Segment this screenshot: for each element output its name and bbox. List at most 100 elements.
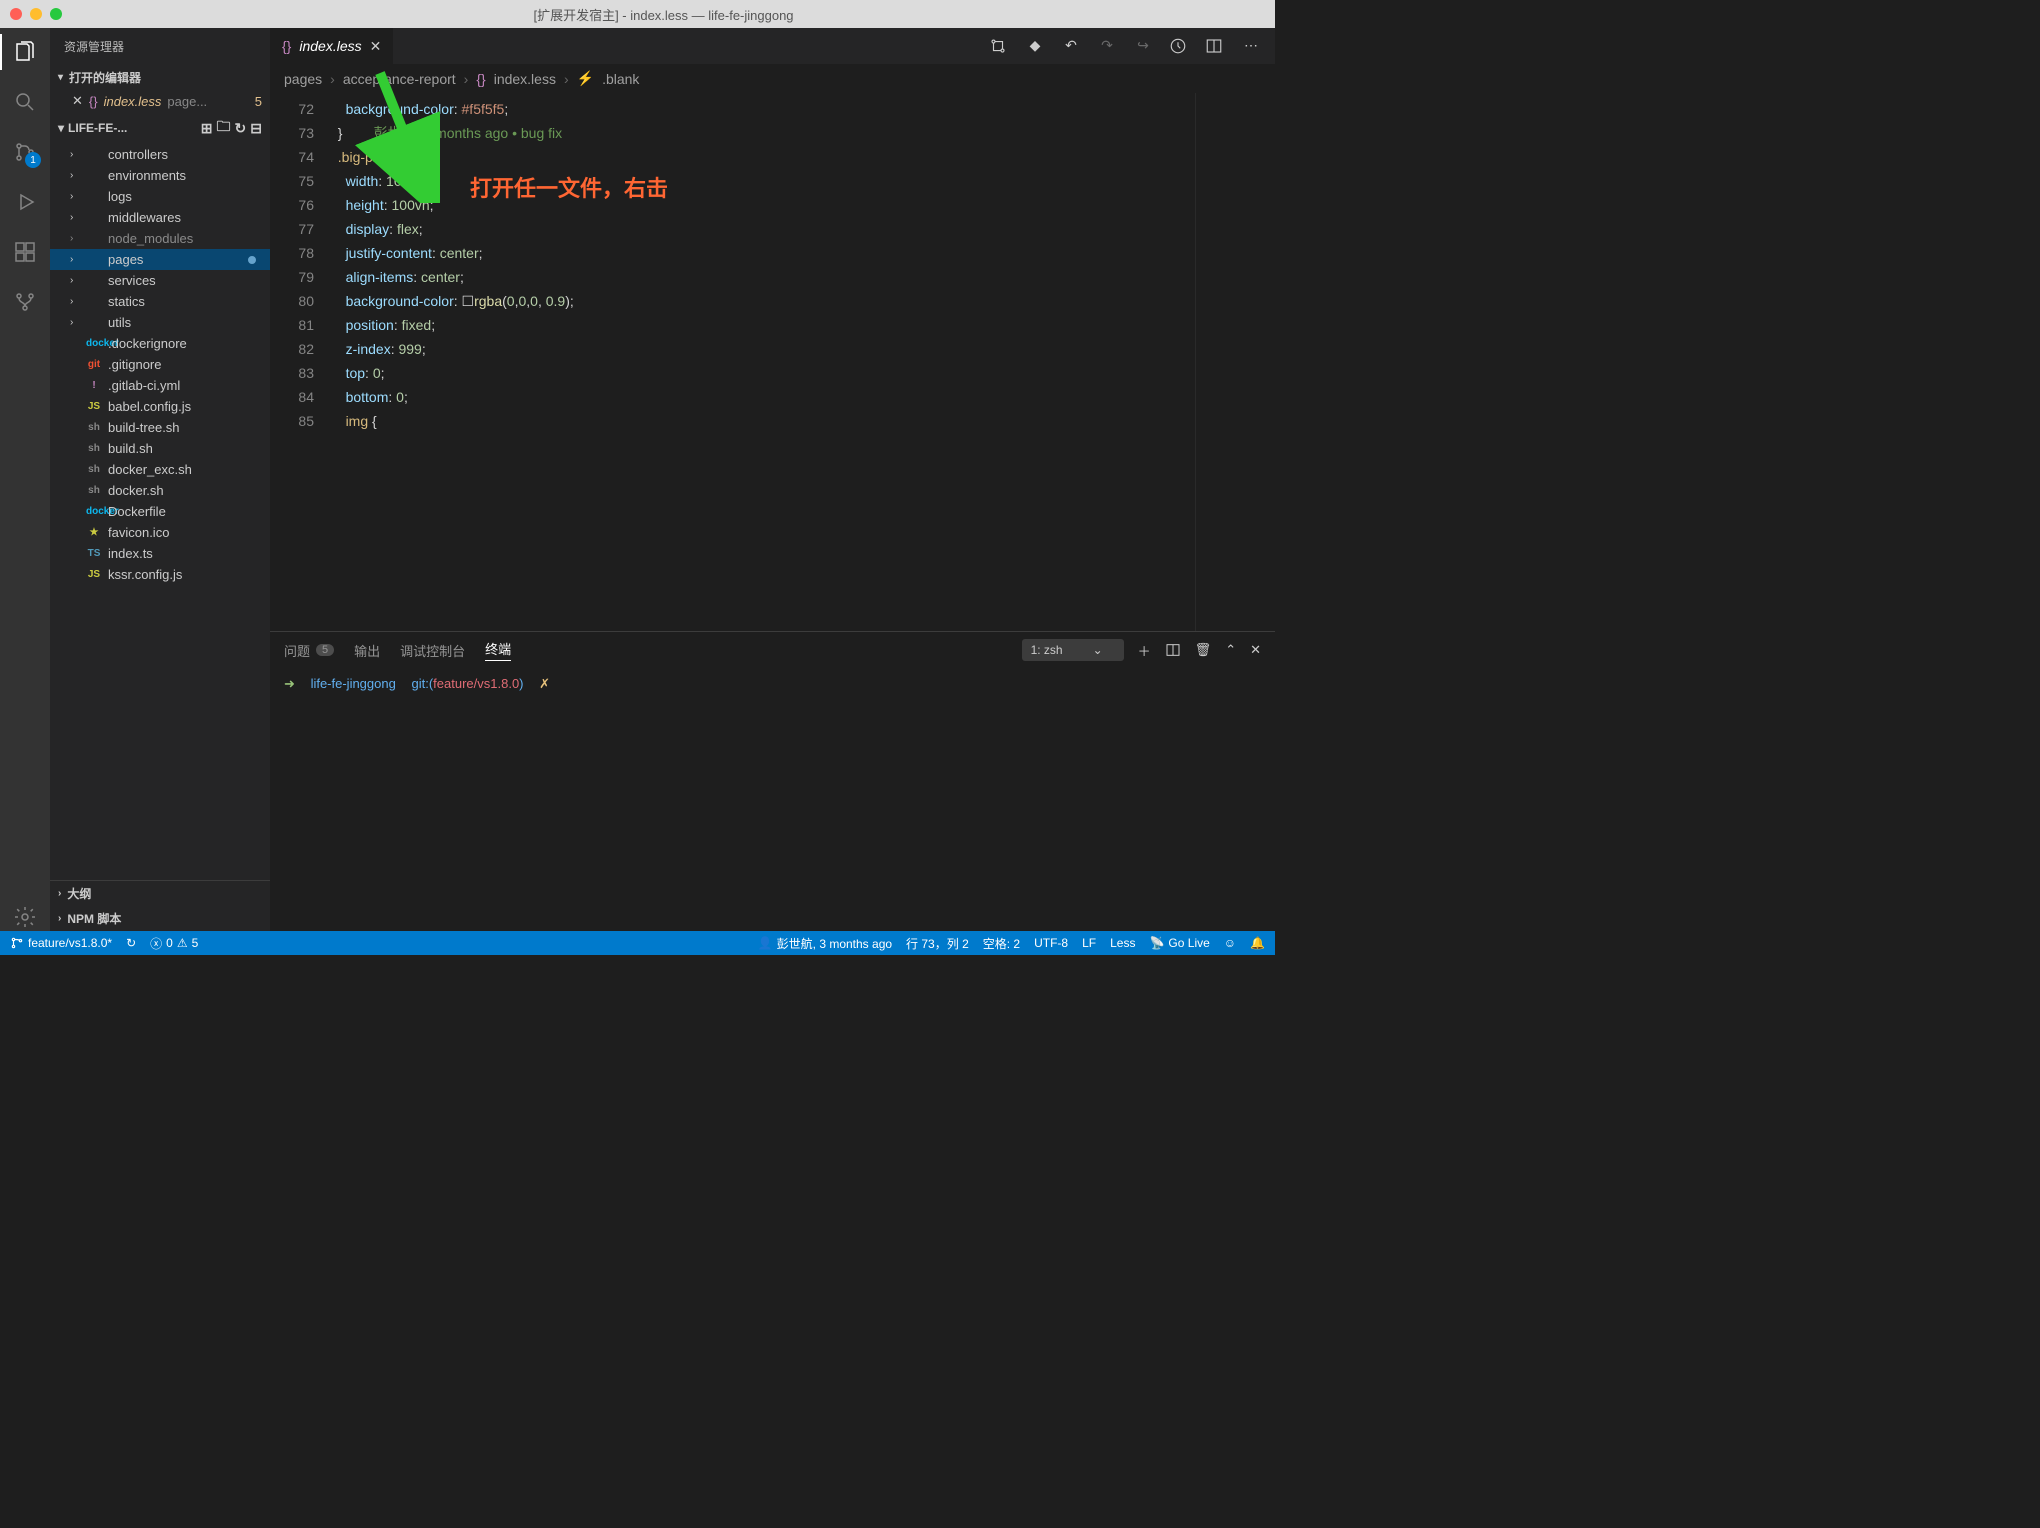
folder-item[interactable]: › controllers [50,144,270,165]
panel-tab-output[interactable]: 输出 [354,641,380,660]
redo-icon[interactable]: ↷ [1097,37,1117,55]
clock-icon[interactable] [1169,37,1189,55]
item-label: kssr.config.js [108,567,182,582]
item-label: pages [108,252,143,267]
file-type-icon: TS [86,548,102,559]
file-item[interactable]: TSindex.ts [50,543,270,564]
code-content[interactable]: background-color: #f5f5f5; } 彭世航, 3 mont… [330,93,1195,631]
collapse-all-icon[interactable]: ⊟ [250,120,262,137]
folder-item[interactable]: ›middlewares [50,207,270,228]
undo-icon[interactable]: ↶ [1061,37,1081,55]
file-item[interactable]: JSbabel.config.js [50,396,270,417]
file-item[interactable]: sh docker_exc.sh [50,459,270,480]
panel-tab-problems[interactable]: 问题5 [284,641,334,660]
folder-item[interactable]: ›node_modules [50,228,270,249]
file-item[interactable]: JSkssr.config.js [50,564,270,585]
forward-icon[interactable]: ↪ [1133,37,1153,55]
status-blame[interactable]: 👤 彭世航, 3 months ago [758,935,892,952]
status-encoding[interactable]: UTF-8 [1034,935,1068,952]
item-label: docker.sh [108,483,164,498]
file-item[interactable]: docker.dockerignore [50,333,270,354]
chevron-right-icon: › [70,149,80,160]
item-label: favicon.ico [108,525,169,540]
search-icon[interactable] [11,88,39,116]
close-window-icon[interactable] [10,8,22,20]
source-control-icon[interactable]: 1 [11,138,39,166]
chevron-right-icon: › [70,212,80,223]
file-item[interactable]: ★favicon.ico [50,522,270,543]
file-item[interactable]: dockerDockerfile [50,501,270,522]
split-terminal-icon[interactable] [1165,642,1181,658]
close-icon[interactable]: ✕ [72,93,83,109]
tab-index-less[interactable]: {} index.less ✕ [270,28,394,64]
folder-item[interactable]: ›environments [50,165,270,186]
kill-terminal-icon[interactable]: 🗑 [1195,642,1212,658]
minimize-window-icon[interactable] [30,8,42,20]
file-type-icon: sh [86,464,102,475]
new-folder-icon[interactable]: 🗀 [217,116,231,140]
status-sync[interactable]: ↻ [126,936,136,950]
status-indentation[interactable]: 空格: 2 [983,935,1020,952]
maximize-window-icon[interactable] [50,8,62,20]
status-cursor-position[interactable]: 行 73，列 2 [906,935,969,952]
item-label: docker_exc.sh [108,462,192,477]
folder-item[interactable]: ›services [50,270,270,291]
terminal-selector[interactable]: 1: zsh⌄ [1022,639,1124,661]
window-titlebar: [扩展开发宿主] - index.less — life-fe-jinggong [0,0,1275,28]
breadcrumb[interactable]: pages› acceptance-report› {}index.less› … [270,64,1275,93]
status-go-live[interactable]: 📡 Go Live [1149,935,1209,952]
chevron-right-icon: › [58,913,61,924]
folder-item[interactable]: ›utils [50,312,270,333]
activity-bar: 1 [0,28,50,931]
close-tab-icon[interactable]: ✕ [370,38,382,55]
open-editor-item[interactable]: ✕ {} index.less page... 5 [50,90,270,112]
extensions-icon[interactable] [11,238,39,266]
file-item[interactable]: git.gitignore [50,354,270,375]
diamond-icon[interactable]: ◆ [1025,37,1045,55]
minimap[interactable] [1195,93,1275,631]
debug-icon[interactable] [11,188,39,216]
git-compare-icon[interactable] [989,37,1009,55]
refresh-icon[interactable]: ↻ [235,120,247,137]
open-editors-header[interactable]: ▾打开的编辑器 [50,65,270,90]
close-panel-icon[interactable]: ✕ [1250,642,1261,658]
status-branch[interactable]: feature/vs1.8.0* [10,936,112,950]
project-header[interactable]: ▾ LIFE-FE-... ⊞ 🗀 ↻ ⊟ [50,112,270,144]
panel-tab-terminal[interactable]: 终端 [485,639,511,661]
folder-item[interactable]: ›pages [50,249,270,270]
item-label: controllers [108,147,168,162]
file-item[interactable]: sh docker.sh [50,480,270,501]
item-label: node_modules [108,231,193,246]
folder-item[interactable]: ›logs [50,186,270,207]
window-title: [扩展开发宿主] - index.less — life-fe-jinggong [62,5,1265,24]
file-item[interactable]: shbuild.sh [50,438,270,459]
folder-item[interactable]: ›statics [50,291,270,312]
less-file-icon: {} [476,71,485,87]
file-item[interactable]: shbuild-tree.sh [50,417,270,438]
npm-scripts-header[interactable]: ›NPM 脚本 [50,906,270,931]
panel-tab-debug[interactable]: 调试控制台 [400,641,465,660]
file-type-icon: sh [86,485,102,496]
terminal[interactable]: ➜ life-fe-jinggong git:(feature/vs1.8.0)… [270,668,1275,931]
status-problems[interactable]: ⓧ 0 ⚠ 5 [150,935,198,952]
file-item[interactable]: !.gitlab-ci.yml [50,375,270,396]
new-terminal-icon[interactable]: ＋ [1138,641,1151,660]
explorer-icon[interactable] [11,38,39,66]
code-editor[interactable]: 7273747576777879808182838485 background-… [270,93,1275,631]
more-icon[interactable]: ⋯ [1241,37,1261,55]
split-editor-icon[interactable] [1205,37,1225,55]
status-feedback-icon[interactable]: ☺ [1224,935,1236,952]
status-language[interactable]: Less [1110,935,1135,952]
chevron-right-icon: › [70,317,80,328]
status-bell-icon[interactable]: 🔔 [1250,935,1265,952]
git-graph-icon[interactable] [11,288,39,316]
item-label: babel.config.js [108,399,191,414]
chevron-down-icon: ▾ [58,72,63,83]
maximize-panel-icon[interactable]: ⌃ [1225,642,1236,658]
item-label: Dockerfile [108,504,166,519]
settings-gear-icon[interactable] [11,903,39,931]
status-eol[interactable]: LF [1082,935,1096,952]
outline-header[interactable]: ›大纲 [50,881,270,906]
new-file-icon[interactable]: ⊞ [201,120,213,137]
file-tree: › controllers ›environments›logs›middlewar… [50,144,270,880]
